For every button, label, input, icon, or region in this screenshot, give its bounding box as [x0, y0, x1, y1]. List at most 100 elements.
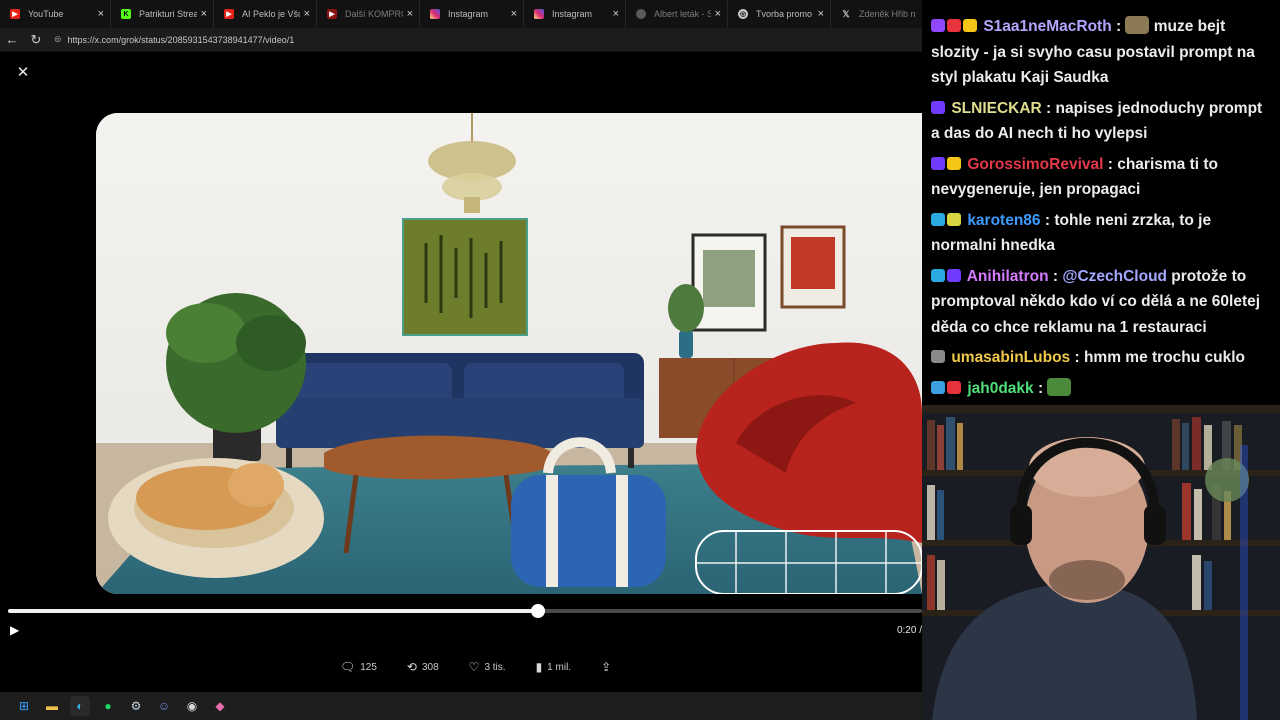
repost-button[interactable]: ⟲ 308 [407, 660, 439, 674]
tab-title: Zdeněk Hřib na pl [859, 9, 916, 19]
chat-separator: : [1048, 267, 1063, 285]
windows-start-icon[interactable]: ⊞ [14, 696, 34, 716]
share-icon: ⇪ [601, 660, 612, 674]
video-progress-fill [8, 609, 539, 613]
chat-username[interactable]: karoten86 [967, 212, 1040, 229]
youtube-icon: ▶ [10, 9, 20, 19]
browser-tab-bar: ▶ YouTube × K Patrikturi Stream - × ▶ AI… [0, 0, 922, 28]
spotify-icon[interactable]: ● [98, 696, 118, 716]
chat-username[interactable]: jah0dakk [967, 380, 1033, 397]
repost-icon: ⟲ [406, 660, 417, 674]
instagram-icon [430, 9, 440, 19]
chat-username[interactable]: GorossimoRevival [967, 156, 1103, 173]
tab-title: YouTube [28, 9, 64, 19]
tab-close-icon[interactable]: × [407, 8, 413, 20]
view-count: 1 mil. [547, 661, 572, 673]
repost-count: 308 [421, 661, 439, 673]
tab-x[interactable]: 𝕏 Zdeněk Hřib na pl [831, 0, 922, 28]
discord-icon[interactable]: ☺ [154, 696, 174, 716]
tab-instagram[interactable]: Instagram × [420, 0, 524, 28]
chat-message: S1aa1neMacRoth : muze bejt slozity - ja … [931, 14, 1272, 91]
x-icon: 𝕏 [842, 8, 850, 19]
chat-text: hmm me trochu cuklo [1083, 349, 1246, 366]
chat-separator: : [1111, 18, 1126, 35]
chat-username[interactable]: Anihilatron [967, 268, 1049, 285]
chat-separator: : [1040, 211, 1055, 229]
webcam-feed [922, 405, 1280, 720]
tab-close-icon[interactable]: × [715, 8, 721, 20]
instagram-icon [534, 9, 544, 19]
tab-instagram-2[interactable]: Instagram × [524, 0, 626, 28]
tab-close-icon[interactable]: × [304, 8, 310, 20]
chat-message: GorossimoRevival : charisma ti to nevyge… [931, 152, 1272, 203]
chat-separator: : [1103, 155, 1118, 173]
badge-icon [931, 100, 945, 114]
tab-youtube-3[interactable]: ▶ Další KOMPROMITU × [317, 0, 420, 28]
heart-icon: ♡ [468, 660, 480, 674]
youtube-icon: ▶ [224, 9, 234, 19]
like-button[interactable]: ♡ 3 tis. [469, 660, 506, 674]
tab-albert[interactable]: Albert leták - Supe × [626, 0, 728, 28]
chat-separator: : [1070, 349, 1084, 366]
like-count: 3 tis. [484, 661, 506, 673]
badge-icon [931, 350, 945, 363]
tab-youtube-2[interactable]: ▶ AI Peklo je Všude - × [214, 0, 317, 28]
badge-icon [947, 212, 961, 226]
chat-message: SLNIECKAR : napises jednoduchy prompt a … [931, 96, 1272, 147]
tab-close-icon[interactable]: × [98, 8, 104, 20]
emote-icon [1125, 16, 1150, 34]
reply-button[interactable]: 🗨 125 [340, 660, 377, 674]
reply-icon: 🗨 [340, 660, 356, 674]
badge-icon [947, 380, 961, 394]
video-scrubber-handle[interactable] [531, 604, 546, 618]
file-explorer-icon[interactable]: ▬ [42, 696, 62, 716]
post-actions: 🗨 125 ⟲ 308 ♡ 3 tis. ▮ 1 mil. ⇪ [340, 660, 646, 674]
tab-title: Tvorba promo obr [756, 9, 814, 19]
tab-close-icon[interactable]: × [511, 8, 517, 20]
badge-icon [931, 156, 945, 170]
site-info-icon[interactable]: ⊜ [54, 34, 62, 45]
tab-youtube[interactable]: ▶ YouTube × [0, 0, 111, 28]
chat-username[interactable]: SLNIECKAR [951, 100, 1041, 117]
youtube-icon: ▶ [327, 9, 337, 19]
badge-icon [947, 268, 961, 282]
obs-icon[interactable]: ◉ [182, 696, 202, 716]
screen: ▶ YouTube × K Patrikturi Stream - × ▶ AI… [0, 0, 1280, 720]
video-scene [96, 113, 922, 594]
tab-chatgpt[interactable]: ◎ Tvorba promo obr × [728, 0, 831, 28]
share-button[interactable]: ⇪ [601, 660, 616, 674]
chat-username[interactable]: S1aa1neMacRoth [983, 18, 1111, 35]
copilot-icon[interactable]: ◆ [210, 696, 230, 716]
media-viewer: ✕ ▶ 0:20 / 🗨 125 ⟲ 308 ♡ 3 tis. ▮ 1 mil.… [0, 52, 922, 692]
reply-count: 125 [360, 661, 377, 673]
steam-icon[interactable]: ⚙ [126, 696, 146, 716]
tab-close-icon[interactable]: × [818, 8, 824, 20]
edge-browser-icon[interactable]: ◐ [70, 696, 90, 716]
tab-kick[interactable]: K Patrikturi Stream - × [111, 0, 214, 28]
chat-message: Anihilatron : @CzechCloud protože to pro… [931, 264, 1272, 341]
reload-icon[interactable]: ↻ [24, 32, 48, 48]
albert-icon [636, 9, 646, 19]
chat-mention[interactable]: @CzechCloud [1062, 268, 1167, 285]
close-icon[interactable]: ✕ [14, 64, 32, 82]
url-text: https://x.com/grok/status/20859315437389… [67, 34, 295, 45]
badge-icon [931, 19, 945, 32]
badge-icon [931, 268, 945, 282]
video-time: 0:20 / [896, 625, 922, 636]
tab-close-icon[interactable]: × [613, 8, 619, 20]
badge-icon [931, 212, 945, 226]
webcam-image [922, 405, 1280, 720]
back-arrow-icon[interactable]: ← [0, 32, 24, 47]
url-field[interactable]: ⊜ https://x.com/grok/status/208593154373… [54, 31, 914, 49]
video-frame[interactable] [96, 113, 922, 594]
tab-close-icon[interactable]: × [201, 8, 207, 20]
play-icon[interactable]: ▶ [10, 623, 19, 637]
crown-badge-icon [947, 156, 961, 170]
views-button[interactable]: ▮ 1 mil. [536, 660, 572, 674]
chat-separator: : [1041, 99, 1056, 117]
chat-username[interactable]: umasabinLubos [951, 349, 1070, 366]
tab-title: Další KOMPROMITU [345, 9, 403, 19]
chat-separator: : [1033, 379, 1048, 397]
video-progress-bar[interactable] [8, 604, 922, 618]
tab-title: AI Peklo je Všude - [242, 9, 300, 19]
